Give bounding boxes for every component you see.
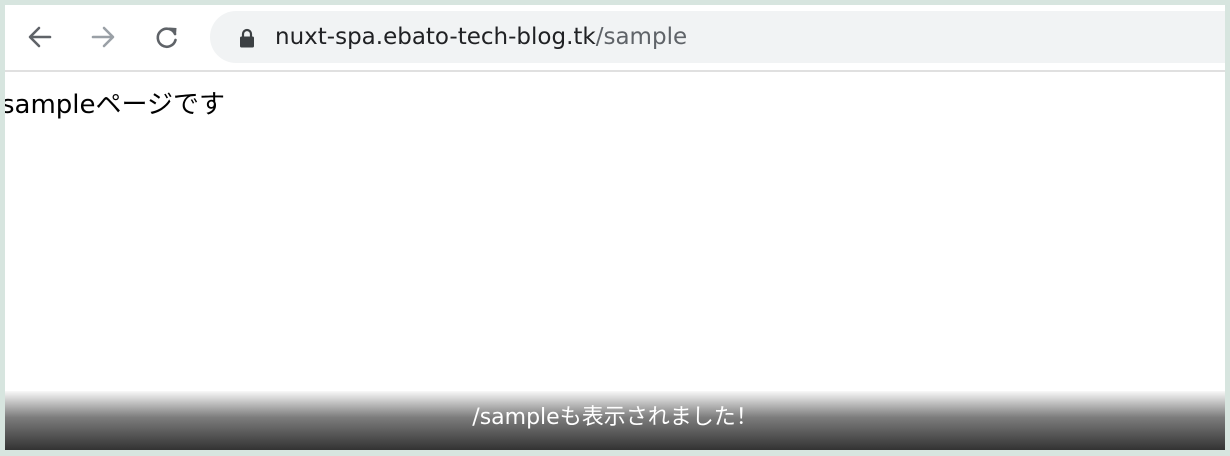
url-host: nuxt-spa.ebato-tech-blog.tk xyxy=(275,24,596,50)
reload-icon xyxy=(156,27,177,48)
reload-button[interactable] xyxy=(149,19,185,55)
caption-overlay: /sampleも表示されました！ xyxy=(5,391,1225,450)
forward-button[interactable] xyxy=(85,19,121,55)
url-path: /sample xyxy=(595,24,688,50)
page-body-text: sampleページです xyxy=(5,90,226,120)
caption-text: /sampleも表示されました！ xyxy=(472,405,758,430)
back-button[interactable] xyxy=(22,19,58,55)
browser-toolbar: nuxt-spa.ebato-tech-blog.tk/sample xyxy=(5,5,1225,72)
screenshot-frame: nuxt-spa.ebato-tech-blog.tk/sample sampl… xyxy=(5,5,1225,450)
lock-icon xyxy=(240,28,254,48)
arrow-left-icon xyxy=(28,26,52,48)
address-bar[interactable]: nuxt-spa.ebato-tech-blog.tk/sample xyxy=(210,11,1225,63)
url-text[interactable]: nuxt-spa.ebato-tech-blog.tk/sample xyxy=(275,11,687,63)
arrow-right-icon xyxy=(91,26,115,48)
